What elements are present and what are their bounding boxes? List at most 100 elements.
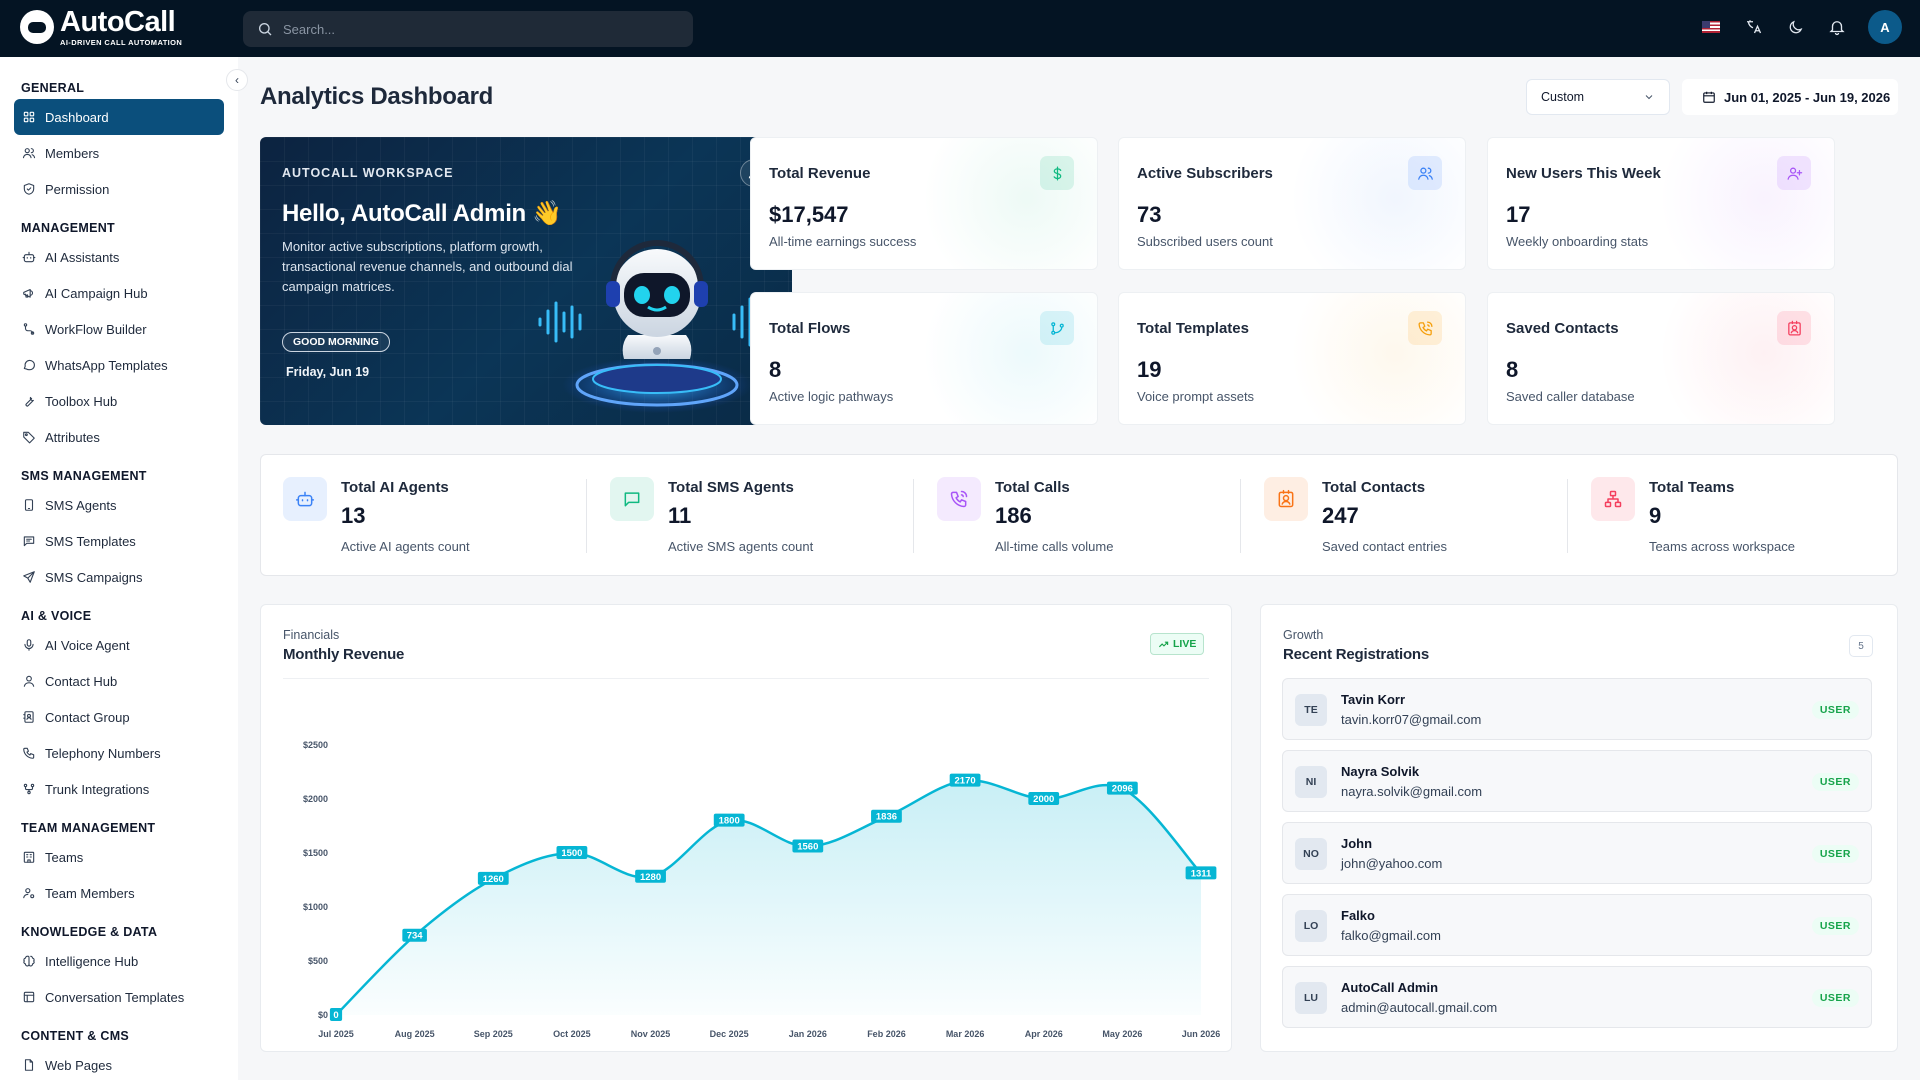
range-select[interactable]: Custom xyxy=(1526,79,1670,115)
revenue-area-chart[interactable]: $0 $500 $1000 $1500 $2000 $2500 Jul 2025 Aug 20… xyxy=(261,685,1231,1045)
sidebar-item-contact-hub[interactable]: Contact Hub xyxy=(14,663,224,699)
live-label: LIVE xyxy=(1173,638,1197,650)
stat-card-total-templates: Total Templates 19 Voice prompt assets xyxy=(1118,292,1466,425)
monthly-revenue-panel: Financials Monthly Revenue LIVE $0 $500 $1… xyxy=(260,604,1232,1052)
sidebar-item-conversation-templates[interactable]: Conversation Templates xyxy=(14,979,224,1015)
registration-row[interactable]: LU AutoCall Admin admin@autocall.gmail.com… xyxy=(1282,966,1872,1028)
sidebar-item-label: Dashboard xyxy=(45,109,109,125)
collapse-sidebar-button[interactable]: ‹ xyxy=(226,69,248,91)
x-tick-label: Aug 2025 xyxy=(395,1029,435,1039)
summary-caption: Teams across workspace xyxy=(1649,539,1795,554)
stat-caption: Weekly onboarding stats xyxy=(1506,234,1649,249)
registration-row[interactable]: LO Falko falko@gmail.com USER xyxy=(1282,894,1872,956)
x-tick-label: Sep 2025 xyxy=(474,1029,513,1039)
sidebar-item-sms-agents[interactable]: SMS Agents xyxy=(14,487,224,523)
sidebar-item-ai-assistants[interactable]: AI Assistants xyxy=(14,239,224,275)
sidebar-section-title: GENERAL xyxy=(21,81,85,95)
registration-name: Falko xyxy=(1341,908,1375,923)
contact-book-icon xyxy=(22,710,36,724)
sidebar-item-label: AI Voice Agent xyxy=(45,637,130,653)
y-tick-label: $2000 xyxy=(303,794,328,804)
stat-label: Saved Contacts xyxy=(1506,320,1619,337)
sidebar-item-sms-templates[interactable]: SMS Templates xyxy=(14,523,224,559)
avatar: NO xyxy=(1295,838,1327,870)
sidebar-item-web-pages[interactable]: Web Pages xyxy=(14,1047,224,1080)
sidebar-item-intelligence-hub[interactable]: Intelligence Hub xyxy=(14,943,224,979)
summary-total-ai-agents: Total AI Agents 13 Active AI agents count xyxy=(261,455,588,577)
registration-row[interactable]: NI Nayra Solvik nayra.solvik@gmail.com USER xyxy=(1282,750,1872,812)
registration-name: Tavin Korr xyxy=(1341,692,1406,707)
hierarchy-icon xyxy=(1591,477,1635,521)
y-tick-label: $2500 xyxy=(303,740,328,750)
sidebar-section-title: MANAGEMENT xyxy=(21,221,115,235)
sidebar: GENERAL Dashboard Members Permission MANAGEM… xyxy=(0,57,238,1080)
registration-row[interactable]: NO John john@yahoo.com USER xyxy=(1282,822,1872,884)
sidebar-item-whatsapp-templates[interactable]: WhatsApp Templates xyxy=(14,347,224,383)
stat-caption: Saved caller database xyxy=(1506,389,1635,404)
registration-name: AutoCall Admin xyxy=(1341,980,1439,995)
us-flag-icon[interactable] xyxy=(1700,16,1722,38)
moon-icon[interactable] xyxy=(1784,16,1806,38)
search-bar[interactable] xyxy=(243,11,693,47)
users-icon xyxy=(1408,156,1442,190)
sidebar-item-attributes[interactable]: Attributes xyxy=(14,419,224,455)
registration-email: john@yahoo.com xyxy=(1341,856,1443,871)
stat-value: 8 xyxy=(769,357,782,382)
sidebar-item-telephony-numbers[interactable]: Telephony Numbers xyxy=(14,735,224,771)
stat-caption: Voice prompt assets xyxy=(1137,389,1255,404)
sidebar-item-toolbox-hub[interactable]: Toolbox Hub xyxy=(14,383,224,419)
brand-logo[interactable]: AutoCall AI-DRIVEN CALL AUTOMATION xyxy=(20,8,182,47)
summary-caption: All-time calls volume xyxy=(995,539,1114,554)
summary-value: 13 xyxy=(341,503,366,528)
user-cog-icon xyxy=(22,886,36,900)
sidebar-item-label: SMS Templates xyxy=(45,533,136,549)
sidebar-item-ai-voice-agent[interactable]: AI Voice Agent xyxy=(14,627,224,663)
summary-label: Total Contacts xyxy=(1322,479,1426,496)
sidebar-item-teams[interactable]: Teams xyxy=(14,839,224,875)
registration-row[interactable]: TE Tavin Korr tavin.korr07@gmail.com USER xyxy=(1282,678,1872,740)
sidebar-item-label: Permission xyxy=(45,181,110,197)
sidebar-item-team-members[interactable]: Team Members xyxy=(14,875,224,911)
stat-value: $17,547 xyxy=(769,202,849,227)
sidebar-item-members[interactable]: Members xyxy=(14,135,224,171)
sidebar-section-title: SMS MANAGEMENT xyxy=(21,469,147,483)
summary-value: 186 xyxy=(995,503,1032,528)
sidebar-item-label: Toolbox Hub xyxy=(45,393,118,409)
phone-device-icon xyxy=(22,498,36,512)
sidebar-item-trunk-integrations[interactable]: Trunk Integrations xyxy=(14,771,224,807)
grid-icon xyxy=(22,110,36,124)
sidebar-item-workflow-builder[interactable]: WorkFlow Builder xyxy=(14,311,224,347)
summary-label: Total Teams xyxy=(1649,479,1735,496)
avatar: NI xyxy=(1295,766,1327,798)
panel-kicker: Financials xyxy=(283,628,340,642)
summary-strip: Total AI Agents 13 Active AI agents count T… xyxy=(260,454,1898,576)
building-icon xyxy=(22,850,36,864)
date-range-picker[interactable]: Jun 01, 2025 - Jun 19, 2026 xyxy=(1682,79,1898,115)
x-tick-label: May 2026 xyxy=(1102,1029,1142,1039)
sidebar-item-contact-group[interactable]: Contact Group xyxy=(14,699,224,735)
search-input[interactable] xyxy=(283,21,663,37)
translate-icon[interactable] xyxy=(1742,16,1764,38)
phone-call-icon xyxy=(1408,311,1442,345)
registration-email: falko@gmail.com xyxy=(1341,928,1441,943)
registration-email: tavin.korr07@gmail.com xyxy=(1341,712,1482,727)
sidebar-item-label: Teams xyxy=(45,849,84,865)
y-tick-label: $1000 xyxy=(303,902,328,912)
user-avatar[interactable]: A xyxy=(1868,10,1902,44)
stat-label: Total Revenue xyxy=(769,165,871,182)
sidebar-item-label: WhatsApp Templates xyxy=(45,357,168,373)
live-badge: LIVE xyxy=(1150,633,1205,655)
sidebar-item-permission[interactable]: Permission xyxy=(14,171,224,207)
stat-card-total-flows: Total Flows 8 Active logic pathways xyxy=(750,292,1098,425)
dollar-icon xyxy=(1040,156,1074,190)
x-tick-label: Jan 2026 xyxy=(789,1029,827,1039)
sidebar-item-sms-campaigns[interactable]: SMS Campaigns xyxy=(14,559,224,595)
bell-icon[interactable] xyxy=(1826,16,1848,38)
sidebar-item-label: AI Campaign Hub xyxy=(45,285,148,301)
sidebar-item-dashboard[interactable]: Dashboard xyxy=(14,99,224,135)
sidebar-item-ai-campaign-hub[interactable]: AI Campaign Hub xyxy=(14,275,224,311)
registration-email: nayra.solvik@gmail.com xyxy=(1341,784,1483,799)
calendar-icon xyxy=(1703,91,1715,103)
y-tick-label: $500 xyxy=(308,956,328,966)
chat-icon xyxy=(22,358,36,372)
